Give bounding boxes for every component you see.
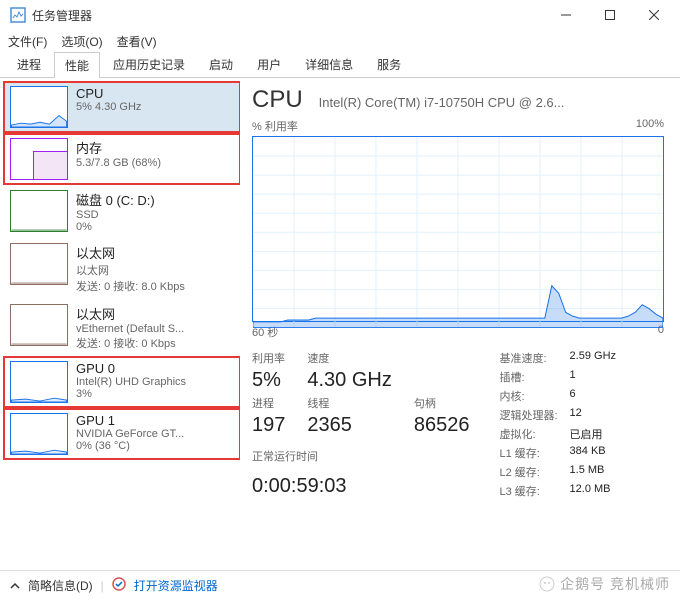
spec-value: 12.0 MB [570, 483, 616, 499]
stat-value [414, 369, 470, 393]
watermark: 企鹅号 竞机械师 [538, 574, 670, 594]
eth-thumb-icon [10, 243, 68, 285]
stat-value: 86526 [414, 414, 470, 438]
sidebar-item-sub: 5.3/7.8 GB (68%) [76, 157, 234, 169]
sidebar-item-sub2: 0% [76, 221, 234, 233]
tab-5[interactable]: 详细信息 [294, 51, 364, 77]
gpu-thumb-icon [10, 413, 68, 455]
spec-value: 6 [570, 388, 616, 404]
tab-2[interactable]: 应用历史记录 [102, 51, 196, 77]
spec-value: 1.5 MB [570, 464, 616, 480]
cpu-thumb-icon [10, 86, 68, 128]
main-title: CPU [252, 86, 303, 114]
stat-value: 5% [252, 369, 285, 393]
sidebar-item-sub: SSD [76, 209, 234, 221]
maximize-button[interactable] [588, 0, 632, 30]
stat-value: 2365 [307, 414, 391, 438]
gpu-thumb-icon [10, 361, 68, 403]
app-icon [10, 7, 26, 23]
spec-label: 基准速度: [499, 350, 557, 366]
tab-6[interactable]: 服务 [366, 51, 412, 77]
spec-value: 12 [570, 407, 616, 423]
spec-label: L1 缓存: [499, 445, 557, 461]
eth-thumb-icon [10, 304, 68, 346]
cpu-graph[interactable] [252, 136, 664, 322]
fewer-details-button[interactable]: 简略信息(D) [28, 577, 93, 594]
sidebar-item-eth-3[interactable]: 以太网以太网发送: 0 接收: 8.0 Kbps [4, 239, 240, 298]
stat-label: 进程 [252, 395, 285, 412]
sidebar-item-sub2: 3% [76, 388, 234, 400]
sidebar-item-title: 内存 [76, 138, 234, 157]
cpu-model: Intel(R) Core(TM) i7-10750H CPU @ 2.6... [319, 95, 565, 110]
spec-value: 已启用 [570, 426, 616, 442]
sidebar-item-sub2: 0% (36 °C) [76, 440, 234, 452]
uptime-value: 0:00:59:03 [252, 475, 469, 499]
graph-ylabel: % 利用率 [252, 118, 298, 134]
sidebar-item-sub: NVIDIA GeForce GT... [76, 428, 234, 440]
sidebar-item-title: 以太网 [76, 243, 234, 262]
disk-thumb-icon [10, 190, 68, 232]
sidebar-item-disk-2[interactable]: 磁盘 0 (C: D:)SSD0% [4, 186, 240, 237]
graph-ymax: 100% [636, 118, 664, 134]
sidebar-item-title: GPU 0 [76, 361, 234, 376]
sidebar-item-title: 磁盘 0 (C: D:) [76, 190, 234, 209]
menu-file[interactable]: 文件(F) [8, 33, 47, 50]
sidebar-item-mem-1[interactable]: 内存5.3/7.8 GB (68%) [4, 134, 240, 184]
uptime-label: 正常运行时间 [252, 448, 469, 465]
sidebar-item-title: GPU 1 [76, 413, 234, 428]
window-title: 任务管理器 [32, 7, 544, 24]
tab-3[interactable]: 启动 [198, 51, 244, 77]
tab-0[interactable]: 进程 [6, 51, 52, 77]
menu-options[interactable]: 选项(O) [61, 33, 102, 50]
stat-label: 利用率 [252, 350, 285, 367]
sidebar-item-title: CPU [76, 86, 234, 101]
stat-label: 句柄 [414, 395, 470, 412]
stat-label: 线程 [307, 395, 391, 412]
tab-4[interactable]: 用户 [246, 51, 292, 77]
minimize-button[interactable] [544, 0, 588, 30]
sidebar-item-eth-4[interactable]: 以太网vEthernet (Default S...发送: 0 接收: 0 Kb… [4, 300, 240, 355]
open-resmon-link[interactable]: 打开资源监视器 [134, 577, 218, 594]
spec-label: 虚拟化: [499, 426, 557, 442]
sidebar-item-sub: Intel(R) UHD Graphics [76, 376, 234, 388]
stat-label: 速度 [307, 350, 391, 367]
spec-label: 逻辑处理器: [499, 407, 557, 423]
close-button[interactable] [632, 0, 676, 30]
spec-label: 内核: [499, 388, 557, 404]
spec-value: 1 [570, 369, 616, 385]
spec-value: 2.59 GHz [570, 350, 616, 366]
sidebar-item-sub: 5% 4.30 GHz [76, 101, 234, 113]
stat-value: 4.30 GHz [307, 369, 391, 393]
chevron-up-icon[interactable] [10, 581, 20, 591]
stat-label [414, 350, 470, 367]
resmon-icon [112, 577, 126, 594]
spec-label: 插槽: [499, 369, 557, 385]
menu-view[interactable]: 查看(V) [117, 33, 157, 50]
sidebar-item-sub: 以太网 [76, 262, 234, 278]
sidebar-item-title: 以太网 [76, 304, 234, 323]
stat-value: 197 [252, 414, 285, 438]
sidebar-item-cpu-0[interactable]: CPU5% 4.30 GHz [4, 82, 240, 132]
spec-label: L2 缓存: [499, 464, 557, 480]
sidebar-item-sub2: 发送: 0 接收: 0 Kbps [76, 335, 234, 351]
tab-1[interactable]: 性能 [54, 52, 100, 78]
spec-label: L3 缓存: [499, 483, 557, 499]
mem-thumb-icon [10, 138, 68, 180]
sidebar[interactable]: CPU5% 4.30 GHz内存5.3/7.8 GB (68%)磁盘 0 (C:… [0, 78, 240, 570]
spec-value: 384 KB [570, 445, 616, 461]
sidebar-item-gpu-6[interactable]: GPU 1NVIDIA GeForce GT...0% (36 °C) [4, 409, 240, 459]
sidebar-item-gpu-5[interactable]: GPU 0Intel(R) UHD Graphics3% [4, 357, 240, 407]
sidebar-item-sub: vEthernet (Default S... [76, 323, 234, 335]
sidebar-item-sub2: 发送: 0 接收: 8.0 Kbps [76, 278, 234, 294]
